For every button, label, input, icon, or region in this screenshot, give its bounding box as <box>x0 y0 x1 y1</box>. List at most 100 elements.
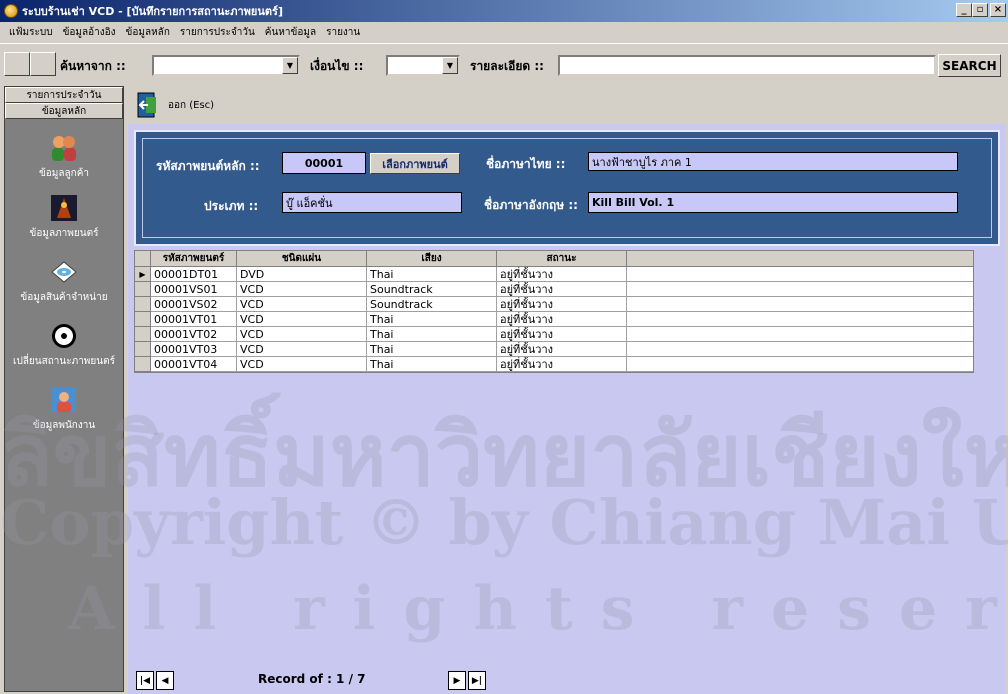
record-counter: Record of : 1 / 7 <box>258 672 366 686</box>
table-row[interactable]: 00001VT03 VCD Thai อยู่ที่ชั้นวาง <box>135 342 973 357</box>
table-row[interactable]: 00001VT01 VCD Thai อยู่ที่ชั้นวาง <box>135 312 973 327</box>
row-selector[interactable] <box>135 342 151 357</box>
search-from-label: ค้นหาจาก :: <box>60 59 126 73</box>
menu-reference[interactable]: ข้อมูลอ้างอิง <box>58 25 121 40</box>
table-cell[interactable]: อยู่ที่ชั้นวาง <box>497 327 627 342</box>
table-cell[interactable]: 00001VT04 <box>151 357 237 372</box>
search-condition-select[interactable]: ▼ <box>386 55 460 76</box>
exit-icon[interactable] <box>134 91 162 119</box>
table-cell[interactable]: VCD <box>237 327 367 342</box>
eng-name-label: ชื่อภาษาอังกฤษ :: <box>484 198 578 212</box>
menu-search[interactable]: ค้นหาข้อมูล <box>260 25 321 40</box>
row-selector[interactable] <box>135 282 151 297</box>
menu-report[interactable]: รายงาน <box>321 25 365 40</box>
toolbar-button-2[interactable] <box>30 52 56 76</box>
table-cell[interactable]: VCD <box>237 342 367 357</box>
col-header-status[interactable]: สถานะ <box>497 251 627 267</box>
table-cell[interactable]: อยู่ที่ชั้นวาง <box>497 357 627 372</box>
table-cell[interactable]: DVD <box>237 267 367 282</box>
col-header-disc-type[interactable]: ชนิดแผ่น <box>237 251 367 267</box>
table-cell[interactable] <box>627 357 973 372</box>
table-row[interactable]: 00001VT04 VCD Thai อยู่ที่ชั้นวาง <box>135 357 973 372</box>
table-cell[interactable]: 00001VT01 <box>151 312 237 327</box>
table-row[interactable]: 00001VT02 VCD Thai อยู่ที่ชั้นวาง <box>135 327 973 342</box>
table-cell[interactable]: 00001VS01 <box>151 282 237 297</box>
search-button[interactable]: SEARCH <box>938 54 1001 77</box>
sidebar-tab-daily[interactable]: รายการประจำวัน <box>5 87 123 103</box>
sidebar-item-label: ข้อมูลภาพยนตร์ <box>29 228 99 239</box>
first-record-icon[interactable]: |◀ <box>136 671 154 690</box>
table-cell[interactable]: Thai <box>367 357 497 372</box>
search-detail-input[interactable] <box>558 55 936 76</box>
table-cell[interactable]: อยู่ที่ชั้นวาง <box>497 342 627 357</box>
table-row[interactable]: 00001VS01 VCD Soundtrack อยู่ที่ชั้นวาง <box>135 282 973 297</box>
table-cell[interactable]: 00001VT02 <box>151 327 237 342</box>
exit-label[interactable]: ออก (Esc) <box>168 98 214 113</box>
sidebar-item-customers[interactable]: ข้อมูลลูกค้า <box>5 133 123 181</box>
row-selector[interactable]: ▶ <box>135 267 151 282</box>
menu-bar: แฟ้มระบบ ข้อมูลอ้างอิง ข้อมูลหลัก รายการ… <box>0 22 1008 42</box>
search-from-select[interactable]: ▼ <box>152 55 300 76</box>
grid-corner <box>135 251 151 267</box>
title-bar: ระบบร้านเช่า VCD - [บันทึกรายการสถานะภาพ… <box>0 0 1008 22</box>
table-row[interactable]: 00001VS02 VCD Soundtrack อยู่ที่ชั้นวาง <box>135 297 973 312</box>
last-record-icon[interactable]: ▶| <box>468 671 486 690</box>
sidebar-item-employees[interactable]: ข้อมูลพนักงาน <box>5 385 123 433</box>
table-cell[interactable]: VCD <box>237 357 367 372</box>
table-cell[interactable]: อยู่ที่ชั้นวาง <box>497 282 627 297</box>
next-record-icon[interactable]: ▶ <box>448 671 466 690</box>
search-bar: ค้นหาจาก :: ▼ เงื่อนไข :: ▼ รายละเอียด :… <box>0 43 1008 83</box>
table-cell[interactable]: 00001VT03 <box>151 342 237 357</box>
table-cell[interactable] <box>627 267 973 282</box>
table-cell[interactable]: VCD <box>237 282 367 297</box>
dropdown-arrow-icon[interactable]: ▼ <box>442 57 458 74</box>
sidebar-tab-master[interactable]: ข้อมูลหลัก <box>5 103 123 119</box>
table-cell[interactable] <box>627 327 973 342</box>
table-cell[interactable]: Soundtrack <box>367 297 497 312</box>
table-cell[interactable]: Thai <box>367 312 497 327</box>
close-button[interactable]: × <box>990 3 1006 17</box>
table-cell[interactable]: Soundtrack <box>367 282 497 297</box>
select-movie-button[interactable]: เลือกภาพยนต์ <box>370 153 460 174</box>
movie-icon <box>51 195 77 221</box>
prev-record-icon[interactable]: ◀ <box>156 671 174 690</box>
eng-name-field[interactable]: Kill Bill Vol. 1 <box>588 192 958 213</box>
table-cell[interactable] <box>627 342 973 357</box>
table-cell[interactable]: อยู่ที่ชั้นวาง <box>497 297 627 312</box>
row-selector[interactable] <box>135 312 151 327</box>
row-selector[interactable] <box>135 357 151 372</box>
thai-name-field[interactable]: นางฟ้าชาบูไร ภาค 1 <box>588 152 958 171</box>
table-row[interactable]: ▶ 00001DT01 DVD Thai อยู่ที่ชั้นวาง <box>135 267 973 282</box>
main-code-field[interactable]: 00001 <box>282 152 366 174</box>
toolbar-nav <box>4 52 56 76</box>
minimize-button[interactable]: _ <box>956 3 972 17</box>
table-cell[interactable]: VCD <box>237 297 367 312</box>
table-cell[interactable] <box>627 312 973 327</box>
sidebar-item-movies[interactable]: ข้อมูลภาพยนตร์ <box>5 193 123 241</box>
table-cell[interactable]: 00001VS02 <box>151 297 237 312</box>
sidebar-item-change-status[interactable]: เปลี่ยนสถานะภาพยนตร์ <box>5 321 123 369</box>
table-cell[interactable]: 00001DT01 <box>151 267 237 282</box>
customers-icon <box>52 136 76 161</box>
type-field[interactable]: บู๊ แอ็คชั่น <box>282 192 462 213</box>
table-cell[interactable]: Thai <box>367 342 497 357</box>
dropdown-arrow-icon[interactable]: ▼ <box>282 57 298 74</box>
row-selector[interactable] <box>135 327 151 342</box>
toolbar-button-1[interactable] <box>4 52 30 76</box>
table-cell[interactable]: Thai <box>367 327 497 342</box>
col-header-audio[interactable]: เสียง <box>367 251 497 267</box>
table-cell[interactable] <box>627 297 973 312</box>
window-title: ระบบร้านเช่า VCD - [บันทึกรายการสถานะภาพ… <box>22 5 283 18</box>
table-cell[interactable]: อยู่ที่ชั้นวาง <box>497 267 627 282</box>
table-cell[interactable]: VCD <box>237 312 367 327</box>
col-header-code[interactable]: รหัสภาพยนตร์ <box>151 251 237 267</box>
table-cell[interactable]: อยู่ที่ชั้นวาง <box>497 312 627 327</box>
table-cell[interactable]: Thai <box>367 267 497 282</box>
menu-daily[interactable]: รายการประจำวัน <box>175 25 260 40</box>
table-cell[interactable] <box>627 282 973 297</box>
menu-master-data[interactable]: ข้อมูลหลัก <box>121 25 175 40</box>
restore-button[interactable]: ▫ <box>972 3 988 17</box>
row-selector[interactable] <box>135 297 151 312</box>
sidebar-item-products[interactable]: ข้อมูลสินค้าจำหน่าย <box>5 257 123 305</box>
menu-system[interactable]: แฟ้มระบบ <box>4 25 58 40</box>
